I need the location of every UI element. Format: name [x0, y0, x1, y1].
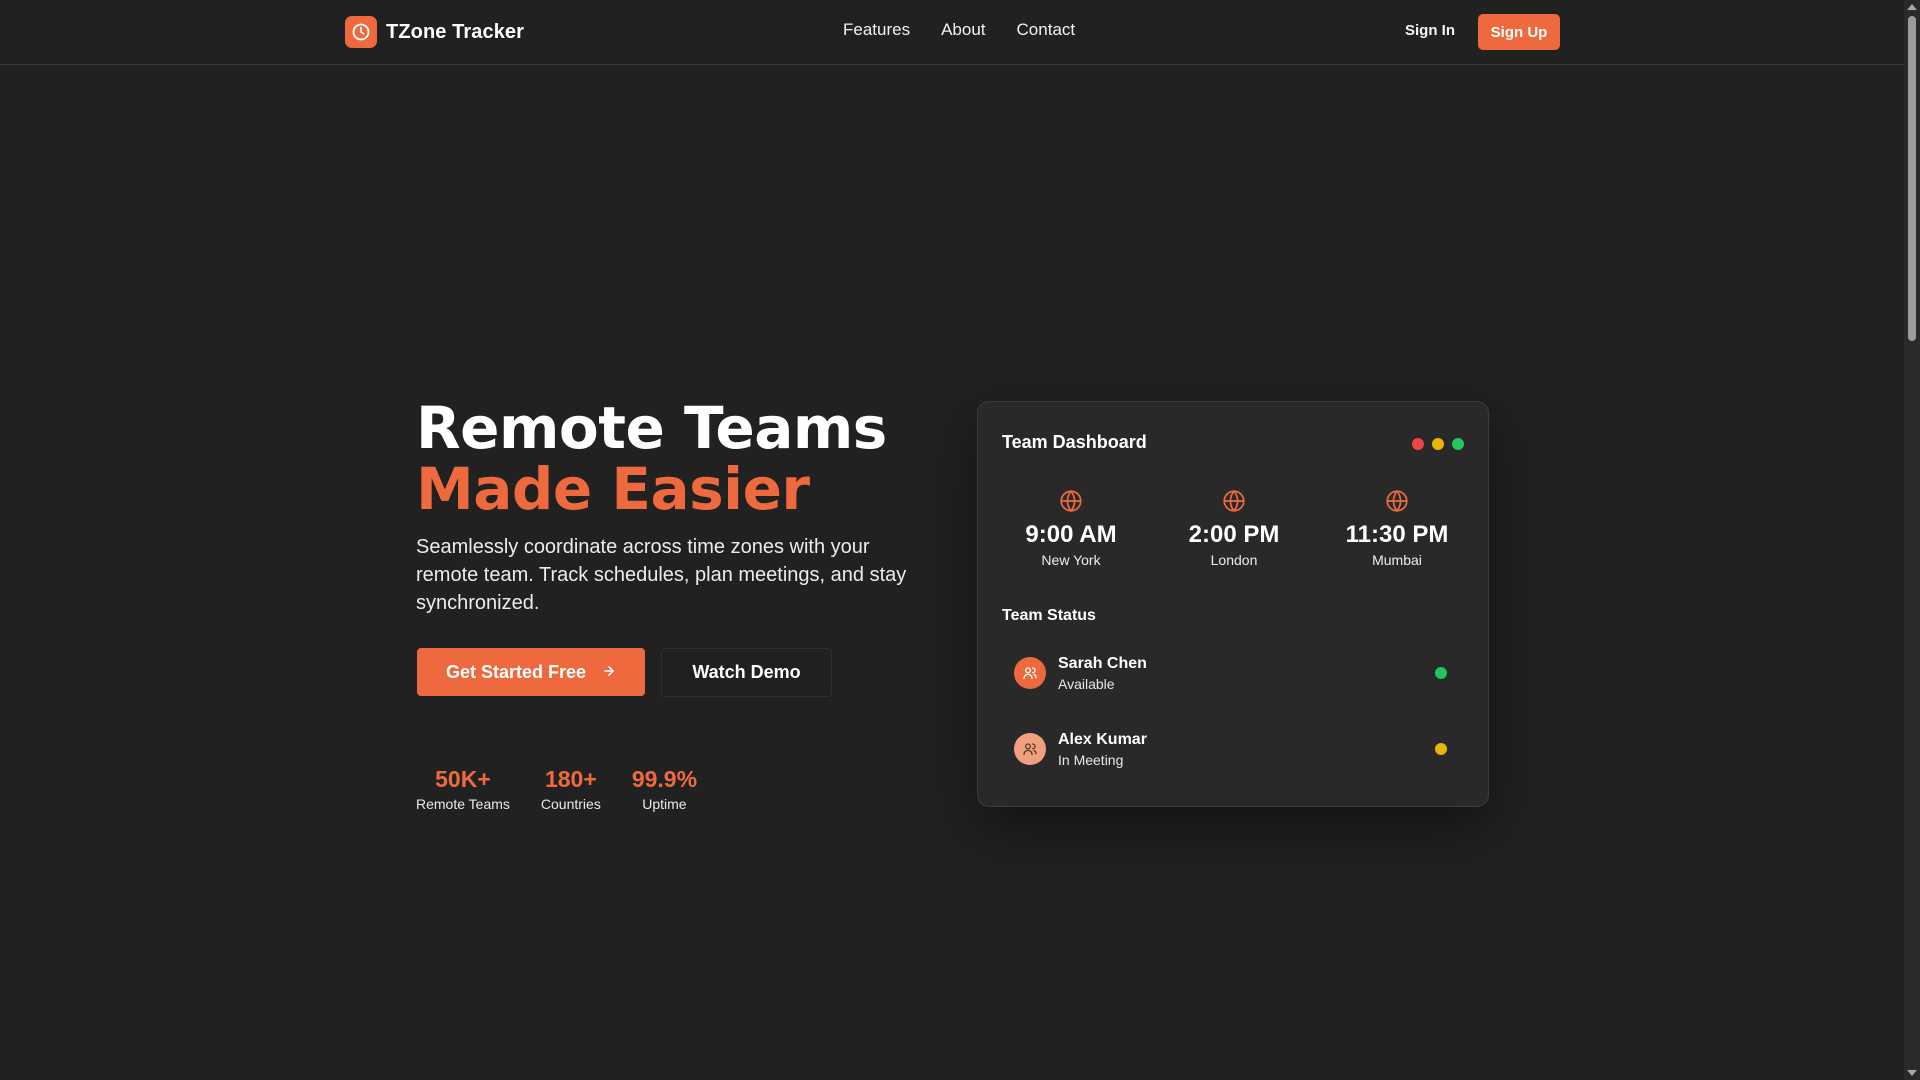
hero-subtitle: Seamlessly coordinate across time zones …: [416, 536, 907, 614]
member-info: Sarah Chen Available: [1058, 654, 1147, 692]
clock-icon: [345, 16, 377, 48]
hero-title-line2: Made Easier: [416, 455, 810, 523]
globe-icon: [1060, 489, 1082, 513]
get-started-label: Get Started Free: [445, 661, 587, 682]
clock-city: New York: [1041, 552, 1101, 568]
clock-time: 11:30 PM: [1345, 521, 1449, 548]
stat-label: Countries: [540, 796, 601, 812]
page-scrollbar[interactable]: [1904, 0, 1920, 1080]
main-nav: Features About Contact: [843, 20, 1075, 40]
scrollbar-thumb[interactable]: [1908, 16, 1916, 341]
dashboard-title: Team Dashboard: [1002, 432, 1147, 452]
brand-name: TZone Tracker: [386, 20, 525, 43]
nav-link-about[interactable]: About: [941, 20, 985, 40]
member-status: Available: [1058, 676, 1115, 692]
stat-label: Remote Teams: [416, 796, 510, 812]
clock-london: 2:00 PM London: [1159, 488, 1309, 568]
nav-link-contact[interactable]: Contact: [1017, 20, 1076, 40]
window-dots: [1412, 438, 1464, 450]
status-available-indicator: [1435, 667, 1447, 679]
hero-stats: 50K+ Remote Teams 180+ Countries 99.9% U…: [416, 764, 697, 812]
red-dot-icon: [1412, 438, 1424, 450]
globe-icon: [1223, 489, 1245, 513]
team-member-row[interactable]: Alex Kumar In Meeting: [1014, 727, 1459, 771]
scroll-up-icon[interactable]: [1907, 4, 1917, 10]
team-member-row[interactable]: Sarah Chen Available: [1014, 651, 1459, 695]
clock-mumbai: 11:30 PM Mumbai: [1322, 488, 1472, 568]
member-info: Alex Kumar In Meeting: [1058, 730, 1147, 768]
team-dashboard-card: Team Dashboard 9:00 AM New York 2:00 PM …: [977, 401, 1489, 807]
clock-time: 9:00 AM: [1025, 521, 1117, 548]
green-dot-icon: [1452, 438, 1464, 450]
users-icon: [1023, 743, 1037, 755]
users-icon: [1023, 667, 1037, 679]
status-meeting-indicator: [1435, 743, 1447, 755]
stat-countries: 180+ Countries: [541, 764, 601, 812]
watch-demo-button[interactable]: Watch Demo: [661, 648, 832, 697]
clock-city: Mumbai: [1372, 552, 1422, 568]
clock-time: 2:00 PM: [1188, 521, 1280, 548]
stat-value: 180+: [544, 766, 597, 792]
hero-title-line1: Remote Teams: [416, 394, 887, 462]
team-status-title: Team Status: [1002, 607, 1096, 624]
get-started-button[interactable]: Get Started Free: [417, 648, 645, 696]
stat-remote-teams: 50K+ Remote Teams: [416, 764, 510, 812]
yellow-dot-icon: [1432, 438, 1444, 450]
globe-icon: [1386, 489, 1408, 513]
top-navbar: TZone Tracker Features About Contact Sig…: [0, 0, 1904, 65]
sign-up-button[interactable]: Sign Up: [1478, 14, 1560, 50]
stat-value: 50K+: [435, 766, 491, 792]
member-name: Alex Kumar: [1058, 731, 1147, 748]
scroll-down-icon[interactable]: [1907, 1070, 1917, 1076]
sign-in-link[interactable]: Sign In: [1405, 22, 1455, 39]
stat-uptime: 99.9% Uptime: [632, 764, 697, 812]
member-status: In Meeting: [1058, 752, 1124, 768]
timezone-clocks: 9:00 AM New York 2:00 PM London 11:30 PM…: [996, 488, 1472, 568]
stat-label: Uptime: [642, 796, 687, 812]
nav-link-features[interactable]: Features: [843, 20, 910, 40]
clock-city: London: [1210, 552, 1258, 568]
clock-new-york: 9:00 AM New York: [996, 488, 1146, 568]
avatar: [1014, 733, 1046, 765]
member-name: Sarah Chen: [1058, 655, 1147, 672]
brand-logo[interactable]: TZone Tracker: [345, 16, 524, 48]
hero-title: Remote Teams Made Easier: [416, 398, 887, 520]
avatar: [1014, 657, 1046, 689]
stat-value: 99.9%: [631, 766, 698, 792]
arrow-right-icon: [602, 662, 616, 683]
